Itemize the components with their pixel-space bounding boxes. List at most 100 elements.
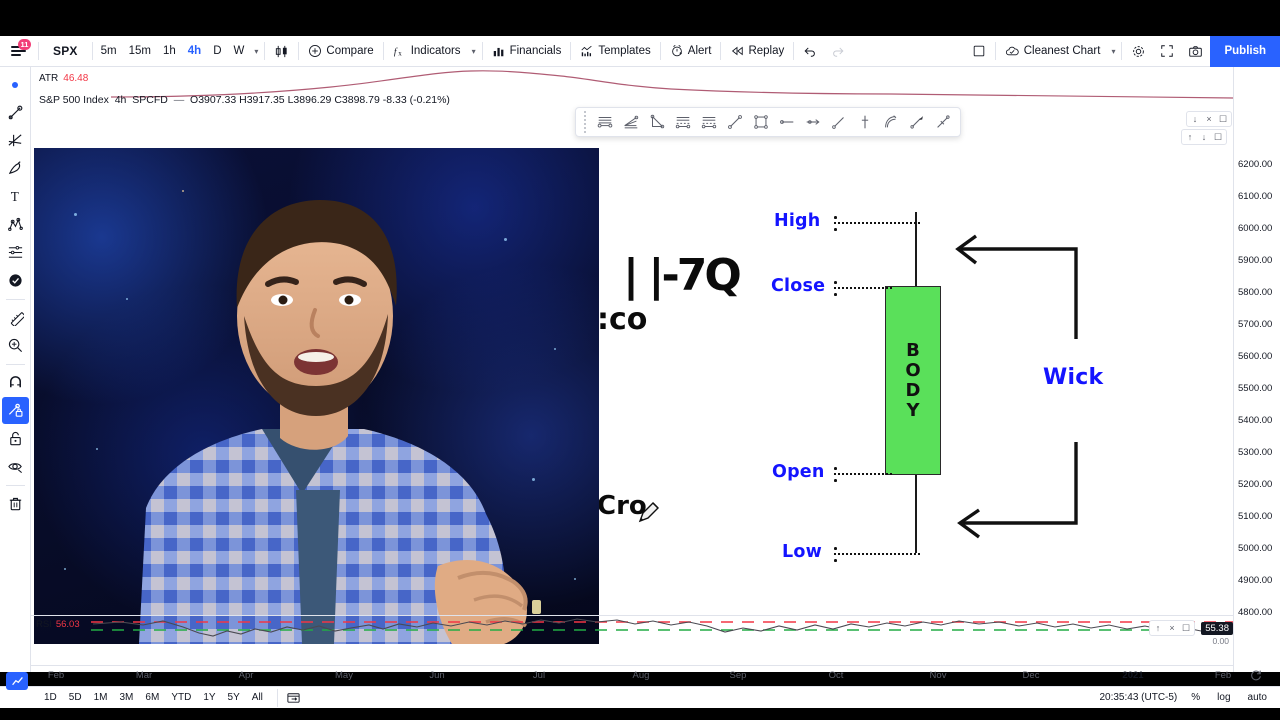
visibility-icon[interactable]: — — [174, 94, 185, 106]
auto-scale-toggle[interactable]: auto — [1245, 692, 1270, 703]
timeframe-w[interactable]: W — [228, 40, 251, 62]
tool-horizontal-ray[interactable] — [800, 109, 826, 135]
range-6m[interactable]: 6M — [139, 690, 165, 706]
tool-arrow-marker[interactable] — [904, 109, 930, 135]
sidebar-item-stay-in-drawing-mode[interactable] — [1, 397, 29, 424]
maximize-pane-icon[interactable]: ☐ — [1212, 131, 1224, 143]
percent-scale-toggle[interactable]: % — [1188, 692, 1203, 703]
sidebar-item-icons[interactable] — [2, 267, 29, 294]
range-1d[interactable]: 1D — [38, 690, 63, 706]
tool-gann-fan[interactable] — [618, 109, 644, 135]
sidebar-item-magnet[interactable] — [2, 369, 29, 396]
alarm-clock-icon — [671, 45, 682, 57]
sidebar-item-text[interactable]: T — [2, 183, 29, 210]
chart-canvas[interactable]: ATR 46.48 S&P 500 Index 4h SPCFD — O3907.… — [31, 67, 1233, 672]
atr-pane-controls[interactable]: ↓ × ☐ — [1186, 111, 1232, 127]
replay-button[interactable]: Replay — [723, 39, 791, 63]
chevron-down-icon[interactable]: ▾ — [468, 47, 480, 56]
alert-button[interactable]: Alert — [663, 39, 719, 63]
sidebar-item-measure[interactable] — [2, 304, 29, 331]
publish-button[interactable]: Publish — [1210, 35, 1280, 67]
redo-button[interactable] — [824, 39, 852, 63]
move-up-icon[interactable]: ↑ — [1152, 622, 1164, 634]
rsi-pane-controls[interactable]: ↑ × ☐ — [1149, 620, 1195, 636]
chevron-down-icon[interactable]: ▾ — [1107, 47, 1119, 56]
maximize-pane-icon[interactable]: ☐ — [1217, 113, 1229, 125]
log-scale-toggle[interactable]: log — [1214, 692, 1233, 703]
layout-button[interactable] — [965, 39, 993, 63]
fullscreen-button[interactable] — [1153, 39, 1181, 63]
sidebar-item-crosshair-pen[interactable] — [2, 99, 29, 126]
sidebar-item-brush[interactable] — [2, 155, 29, 182]
move-up-icon[interactable]: ↑ — [1184, 131, 1196, 143]
timeframe-d[interactable]: D — [207, 40, 227, 62]
timeframe-15m[interactable]: 15m — [123, 40, 157, 62]
date-range-button[interactable] — [286, 690, 301, 705]
chart-legend[interactable]: S&P 500 Index 4h SPCFD — O3907.33 H3917.… — [39, 94, 450, 106]
time-axis[interactable]: Feb Mar Apr May Jun Jul Aug Sep Oct Nov … — [31, 665, 1261, 686]
sidebar-item-lock-drawings[interactable] — [2, 425, 29, 452]
sidebar-item-remove-drawings[interactable] — [2, 490, 29, 517]
close-icon[interactable]: × — [1166, 622, 1178, 634]
sidebar-item-hide-drawings[interactable] — [2, 453, 29, 480]
save-layout-button[interactable]: Cleanest Chart — [998, 39, 1108, 63]
tool-pitchfork[interactable] — [878, 109, 904, 135]
main-pane-controls[interactable]: ↑ ↓ ☐ — [1181, 129, 1227, 145]
range-3m[interactable]: 3M — [114, 690, 140, 706]
snapshot-button[interactable] — [1181, 39, 1210, 63]
range-1y[interactable]: 1Y — [197, 690, 221, 706]
clock-display[interactable]: 20:35:43 (UTC-5) — [1099, 692, 1177, 703]
tool-fib-extension[interactable] — [696, 109, 722, 135]
drag-grip-icon[interactable] — [580, 111, 590, 133]
range-1m[interactable]: 1M — [88, 690, 114, 706]
timeframe-4h[interactable]: 4h — [182, 40, 207, 62]
chevron-down-icon[interactable]: ▾ — [250, 47, 262, 56]
sidebar-item-cursor[interactable] — [2, 71, 29, 98]
timeframe-1h[interactable]: 1h — [157, 40, 182, 62]
indicators-button[interactable]: f x Indicators — [386, 39, 468, 63]
main-menu-button[interactable]: 11 — [0, 36, 36, 67]
tool-ray[interactable] — [826, 109, 852, 135]
symbol-search-button[interactable]: SPX — [41, 44, 90, 58]
divider — [264, 42, 266, 60]
chart-settings-button[interactable] — [1124, 39, 1153, 63]
presenter-video-overlay[interactable] — [34, 148, 599, 644]
sidebar-item-zoom-in[interactable] — [2, 332, 29, 359]
move-down-icon[interactable]: ↓ — [1189, 113, 1201, 125]
sidebar-item-trend-line-tools[interactable] — [2, 127, 29, 154]
range-all[interactable]: All — [246, 690, 269, 706]
time-label: Apr — [238, 670, 254, 681]
notification-badge[interactable]: 11 — [18, 38, 31, 50]
tool-rectangle[interactable] — [748, 109, 774, 135]
sidebar-item-patterns[interactable] — [2, 211, 29, 238]
chart-type-button[interactable] — [267, 39, 296, 63]
timeframe-5m[interactable]: 5m — [95, 40, 123, 62]
tool-gann-square[interactable] — [644, 109, 670, 135]
floating-drawing-toolbar[interactable] — [575, 107, 961, 137]
financials-button[interactable]: Financials — [485, 39, 569, 63]
tool-horizontal-line[interactable] — [774, 109, 800, 135]
tool-trend-line[interactable] — [722, 109, 748, 135]
move-down-icon[interactable]: ↓ — [1198, 131, 1210, 143]
body-letter-y: Y — [906, 399, 920, 421]
range-5y[interactable]: 5Y — [222, 690, 246, 706]
compare-button[interactable]: Compare — [301, 39, 380, 63]
undo-button[interactable] — [796, 39, 824, 63]
tool-gann-box[interactable] — [592, 109, 618, 135]
maximize-pane-icon[interactable]: ☐ — [1180, 622, 1192, 634]
price-axis[interactable]: 6200.00 6100.00 6000.00 5900.00 5800.00 … — [1233, 67, 1280, 672]
sidebar-item-prediction-tools[interactable] — [2, 239, 29, 266]
taskbar-app-chip[interactable] — [6, 672, 28, 690]
tool-vertical-line[interactable] — [852, 109, 878, 135]
templates-button[interactable]: Templates — [573, 39, 657, 63]
close-icon[interactable]: × — [1203, 113, 1215, 125]
rsi-legend[interactable]: RSI 56.03 — [36, 619, 80, 630]
range-5d[interactable]: 5D — [63, 690, 88, 706]
atr-legend[interactable]: ATR 46.48 — [39, 73, 88, 84]
patterns-icon — [7, 217, 23, 231]
reset-chart-view-button[interactable] — [1249, 668, 1263, 685]
rsi-pane[interactable]: RSI 56.03 ↑ × ☐ 55.38 0.00 — [31, 615, 1233, 644]
tool-info-line[interactable] — [930, 109, 956, 135]
range-ytd[interactable]: YTD — [165, 690, 197, 706]
tool-fib-retracement[interactable] — [670, 109, 696, 135]
